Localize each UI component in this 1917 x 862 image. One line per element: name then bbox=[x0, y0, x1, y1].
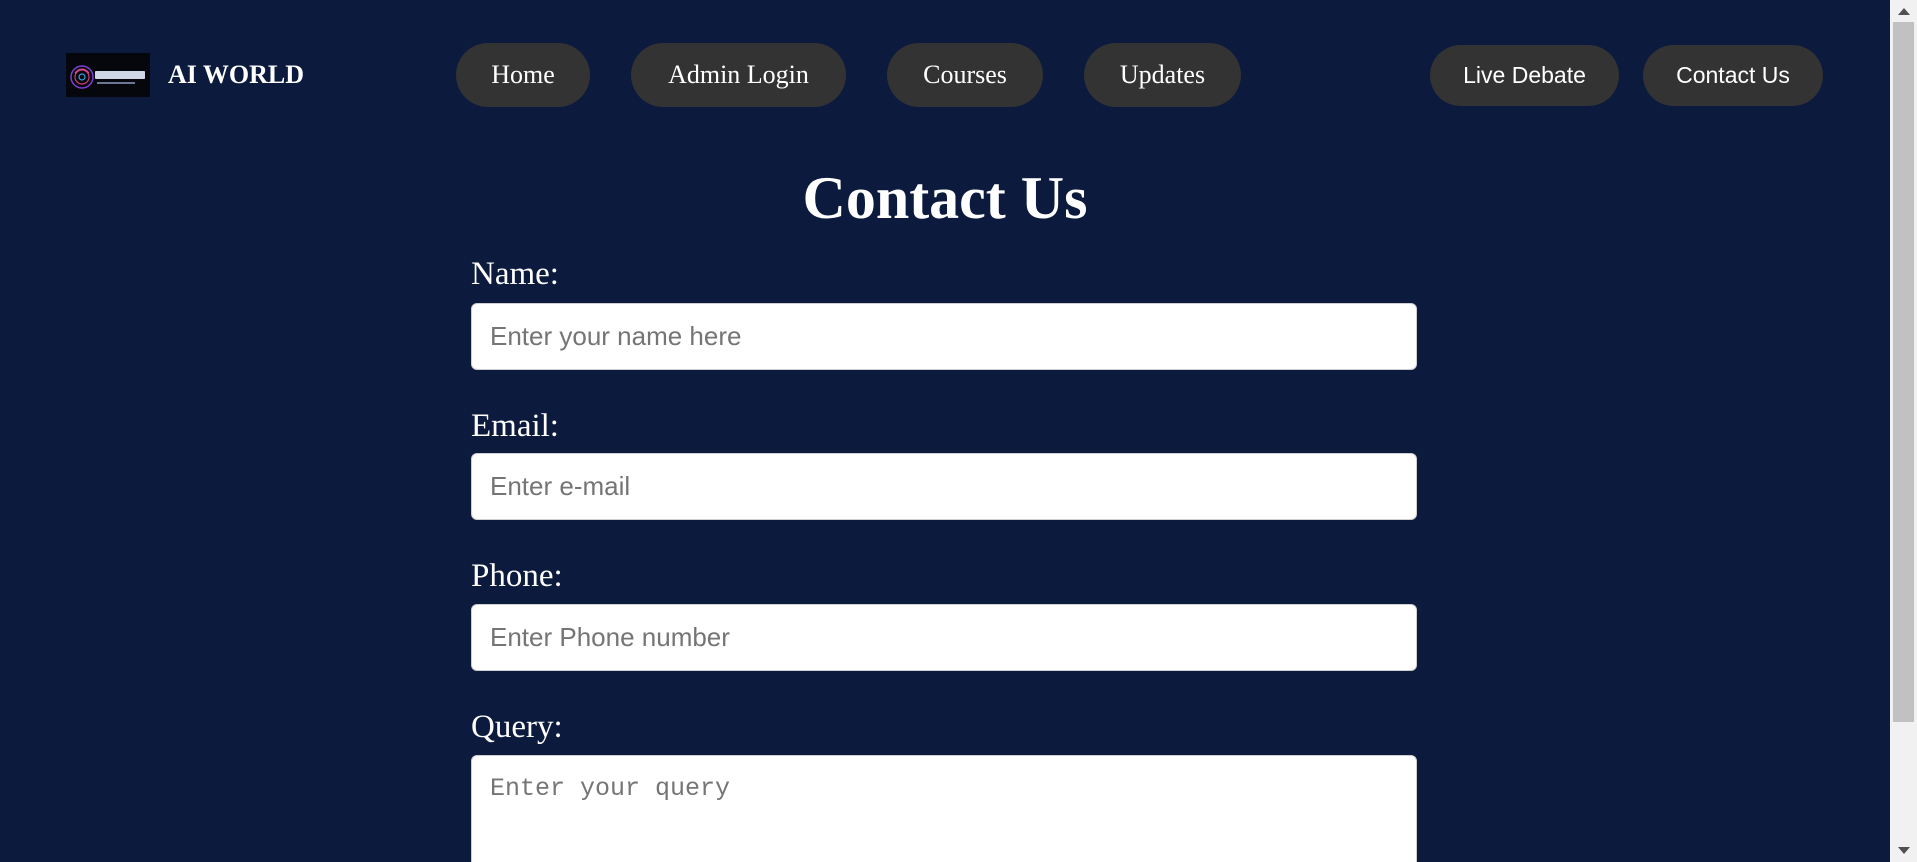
email-label: Email: bbox=[471, 408, 559, 444]
triangle-down-icon[interactable] bbox=[1890, 840, 1917, 862]
nav-home[interactable]: Home bbox=[456, 43, 590, 107]
nav-live-debate[interactable]: Live Debate bbox=[1430, 45, 1619, 106]
site-logo[interactable] bbox=[66, 53, 150, 97]
email-input[interactable] bbox=[471, 453, 1417, 520]
nav-contact-us[interactable]: Contact Us bbox=[1643, 45, 1823, 106]
query-label: Query: bbox=[471, 709, 563, 745]
nav-courses[interactable]: Courses bbox=[887, 43, 1043, 107]
vertical-scrollbar[interactable] bbox=[1890, 0, 1917, 862]
nav-admin-login[interactable]: Admin Login bbox=[631, 43, 846, 107]
name-input[interactable] bbox=[471, 303, 1417, 370]
triangle-up-icon[interactable] bbox=[1890, 0, 1917, 22]
nav-updates[interactable]: Updates bbox=[1084, 43, 1241, 107]
query-textarea[interactable] bbox=[471, 755, 1417, 862]
phone-input[interactable] bbox=[471, 604, 1417, 671]
name-label: Name: bbox=[471, 256, 559, 292]
phone-label: Phone: bbox=[471, 558, 563, 594]
page: AI WORLD Home Admin Login Courses Update… bbox=[0, 0, 1917, 862]
page-title: Contact Us bbox=[802, 165, 1088, 231]
scrollbar-thumb[interactable] bbox=[1893, 22, 1914, 722]
brand-name: AI WORLD bbox=[168, 60, 305, 89]
